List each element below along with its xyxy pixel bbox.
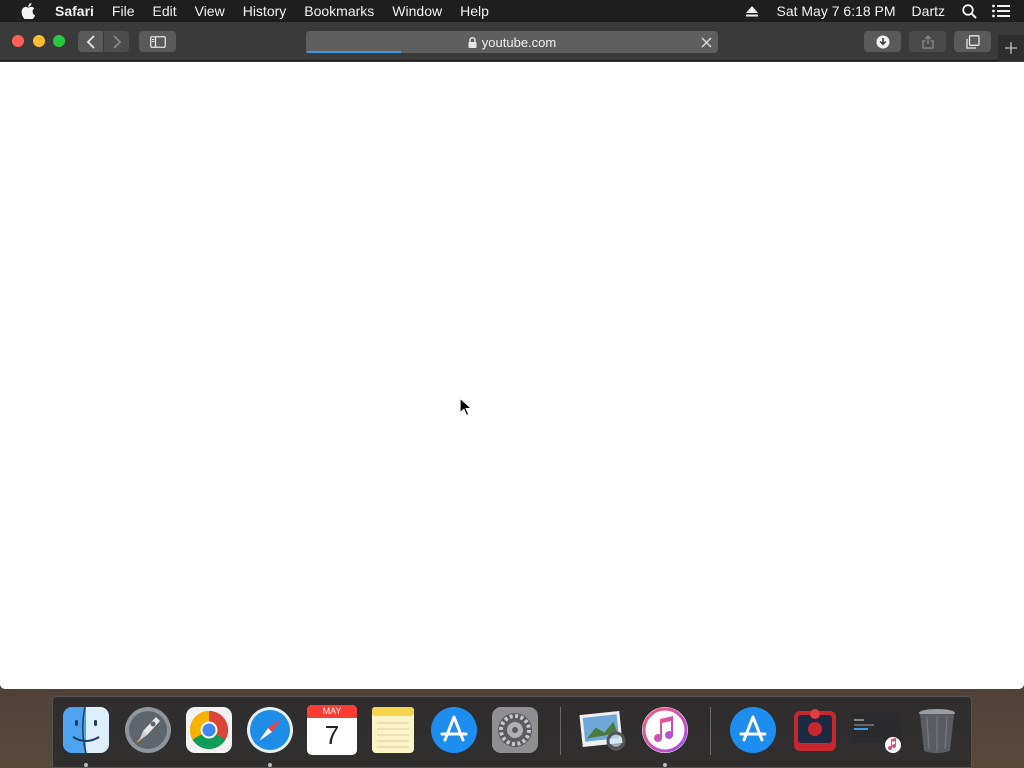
- menu-window[interactable]: Window: [383, 0, 451, 22]
- plus-icon: [1005, 42, 1017, 54]
- user-menu[interactable]: Dartz: [904, 0, 953, 22]
- spotlight-search-icon[interactable]: [958, 0, 980, 22]
- dock-separator: [560, 707, 561, 755]
- calendar-month: MAY: [307, 705, 357, 718]
- safari-toolbar: youtube.com: [0, 22, 1024, 61]
- web-page-content[interactable]: [0, 62, 1024, 689]
- stop-loading-button[interactable]: [698, 34, 714, 50]
- window-maximize-button[interactable]: [53, 35, 65, 47]
- back-button[interactable]: [78, 31, 103, 52]
- safari-running-indicator: [268, 763, 272, 767]
- address-bar[interactable]: youtube.com: [306, 31, 718, 53]
- safari-icon[interactable]: [245, 705, 295, 755]
- app-store-downloads-icon[interactable]: [728, 705, 778, 755]
- menu-edit[interactable]: Edit: [143, 0, 185, 22]
- share-icon: [921, 34, 934, 49]
- photo-booth-icon[interactable]: [790, 705, 840, 755]
- download-icon: [876, 35, 889, 48]
- itunes-window-thumbnail-icon[interactable]: [851, 705, 901, 755]
- itunes-icon[interactable]: [640, 705, 690, 755]
- calendar-icon[interactable]: MAY 7: [307, 705, 357, 755]
- dock-separator: [710, 707, 711, 755]
- chrome-icon[interactable]: [184, 705, 234, 755]
- window-close-button[interactable]: [12, 35, 24, 47]
- lock-icon: [468, 36, 478, 48]
- menu-bookmarks[interactable]: Bookmarks: [295, 0, 383, 22]
- forward-button[interactable]: [104, 31, 129, 52]
- chevron-right-icon: [112, 34, 121, 49]
- app-store-icon[interactable]: [429, 705, 479, 755]
- tabs-overview-icon: [965, 34, 980, 49]
- dock: MAY 7: [52, 696, 972, 768]
- menu-history[interactable]: History: [234, 0, 296, 22]
- notes-icon[interactable]: [368, 705, 418, 755]
- page-load-progress-bar: [306, 51, 401, 53]
- menu-bar: Safari File Edit View History Bookmarks …: [0, 0, 1024, 22]
- apple-menu-icon[interactable]: [17, 0, 39, 22]
- menu-file[interactable]: File: [103, 0, 144, 22]
- finder-running-indicator: [84, 763, 88, 767]
- finder-icon[interactable]: [61, 705, 111, 755]
- address-text: youtube.com: [481, 34, 557, 50]
- chevron-left-icon: [86, 34, 95, 49]
- sidebar-toggle-button[interactable]: [139, 31, 176, 52]
- share-button[interactable]: [909, 31, 946, 52]
- preview-icon[interactable]: [578, 705, 628, 755]
- calendar-day: 7: [324, 720, 340, 750]
- launchpad-icon[interactable]: [123, 705, 173, 755]
- system-preferences-icon[interactable]: [490, 705, 540, 755]
- show-all-tabs-button[interactable]: [954, 31, 991, 52]
- menu-view[interactable]: View: [186, 0, 234, 22]
- clock[interactable]: Sat May 7 6:18 PM: [768, 0, 903, 22]
- window-minimize-button[interactable]: [33, 35, 45, 47]
- itunes-running-indicator: [663, 763, 667, 767]
- mouse-pointer-icon: [459, 397, 473, 417]
- notification-center-icon[interactable]: [990, 0, 1012, 22]
- sidebar-icon: [149, 35, 166, 48]
- menu-bar-status-area: Sat May 7 6:18 PM Dartz: [736, 0, 1024, 22]
- downloads-button[interactable]: [864, 31, 901, 52]
- close-icon: [701, 37, 711, 47]
- menu-help[interactable]: Help: [451, 0, 498, 22]
- eject-icon[interactable]: [741, 0, 763, 22]
- trash-icon[interactable]: [912, 705, 962, 755]
- menu-app-safari[interactable]: Safari: [51, 0, 103, 22]
- new-tab-button[interactable]: [998, 35, 1024, 61]
